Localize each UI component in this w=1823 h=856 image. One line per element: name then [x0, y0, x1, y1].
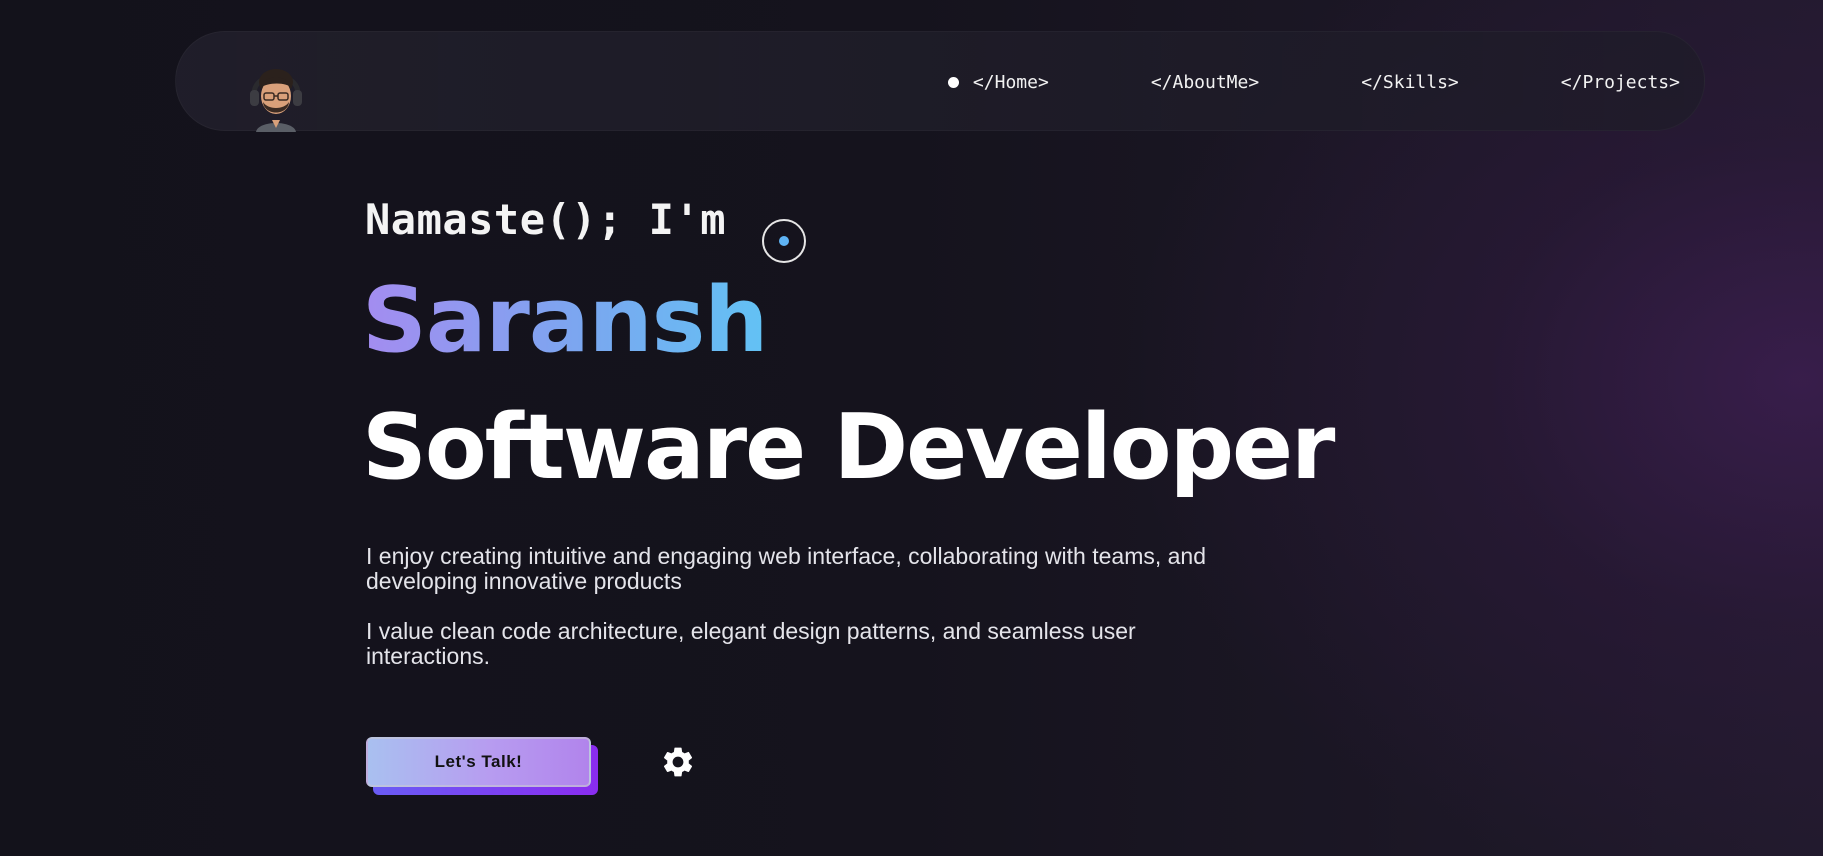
avatar[interactable] [246, 60, 306, 132]
nav-code-prefix: </ [1361, 71, 1383, 93]
nav-item-label: Projects [1582, 71, 1670, 93]
nav-item-label: Skills [1382, 71, 1448, 93]
hero-greeting: Namaste(); I'm [365, 195, 727, 244]
nav-item-label: AboutMe [1172, 71, 1249, 93]
hero-name: Saransh [362, 268, 768, 373]
nav-code-prefix: </ [1560, 71, 1583, 93]
nav-item-skills[interactable]: </Skills > [1361, 72, 1459, 93]
hero-description-1: I enjoy creating intuitive and engaging … [366, 543, 1207, 594]
lets-talk-button[interactable]: Let's Talk! [366, 737, 591, 787]
nav-code-prefix: </ [1150, 71, 1173, 93]
nav-code-suffix: > [1037, 71, 1049, 93]
nav-item-label: Home [994, 71, 1038, 93]
cta-container: Let's Talk! [366, 737, 598, 795]
navbar: </Home > </AboutMe > </Skills > </Projects > [175, 31, 1705, 132]
cursor-dot-icon [779, 236, 789, 246]
nav-item-home[interactable]: </Home > [947, 71, 1049, 93]
gear-icon[interactable] [660, 744, 696, 780]
nav-code-suffix: > [1248, 71, 1260, 93]
nav-item-projects[interactable]: </Projects > [1561, 72, 1680, 93]
nav-links: </Home > </AboutMe > </Skills > </Projects > [947, 32, 1680, 132]
nav-item-aboutme[interactable]: </AboutMe > [1151, 72, 1259, 93]
hero-description-2: I value clean code architecture, elegant… [366, 618, 1136, 669]
active-indicator-icon [947, 76, 959, 88]
nav-code-suffix: > [1669, 71, 1680, 93]
nav-code-prefix: </ [972, 71, 995, 93]
nav-code-suffix: > [1447, 71, 1459, 93]
hero-role: Software Developer [362, 395, 1335, 500]
cursor-ring-icon [762, 219, 806, 263]
